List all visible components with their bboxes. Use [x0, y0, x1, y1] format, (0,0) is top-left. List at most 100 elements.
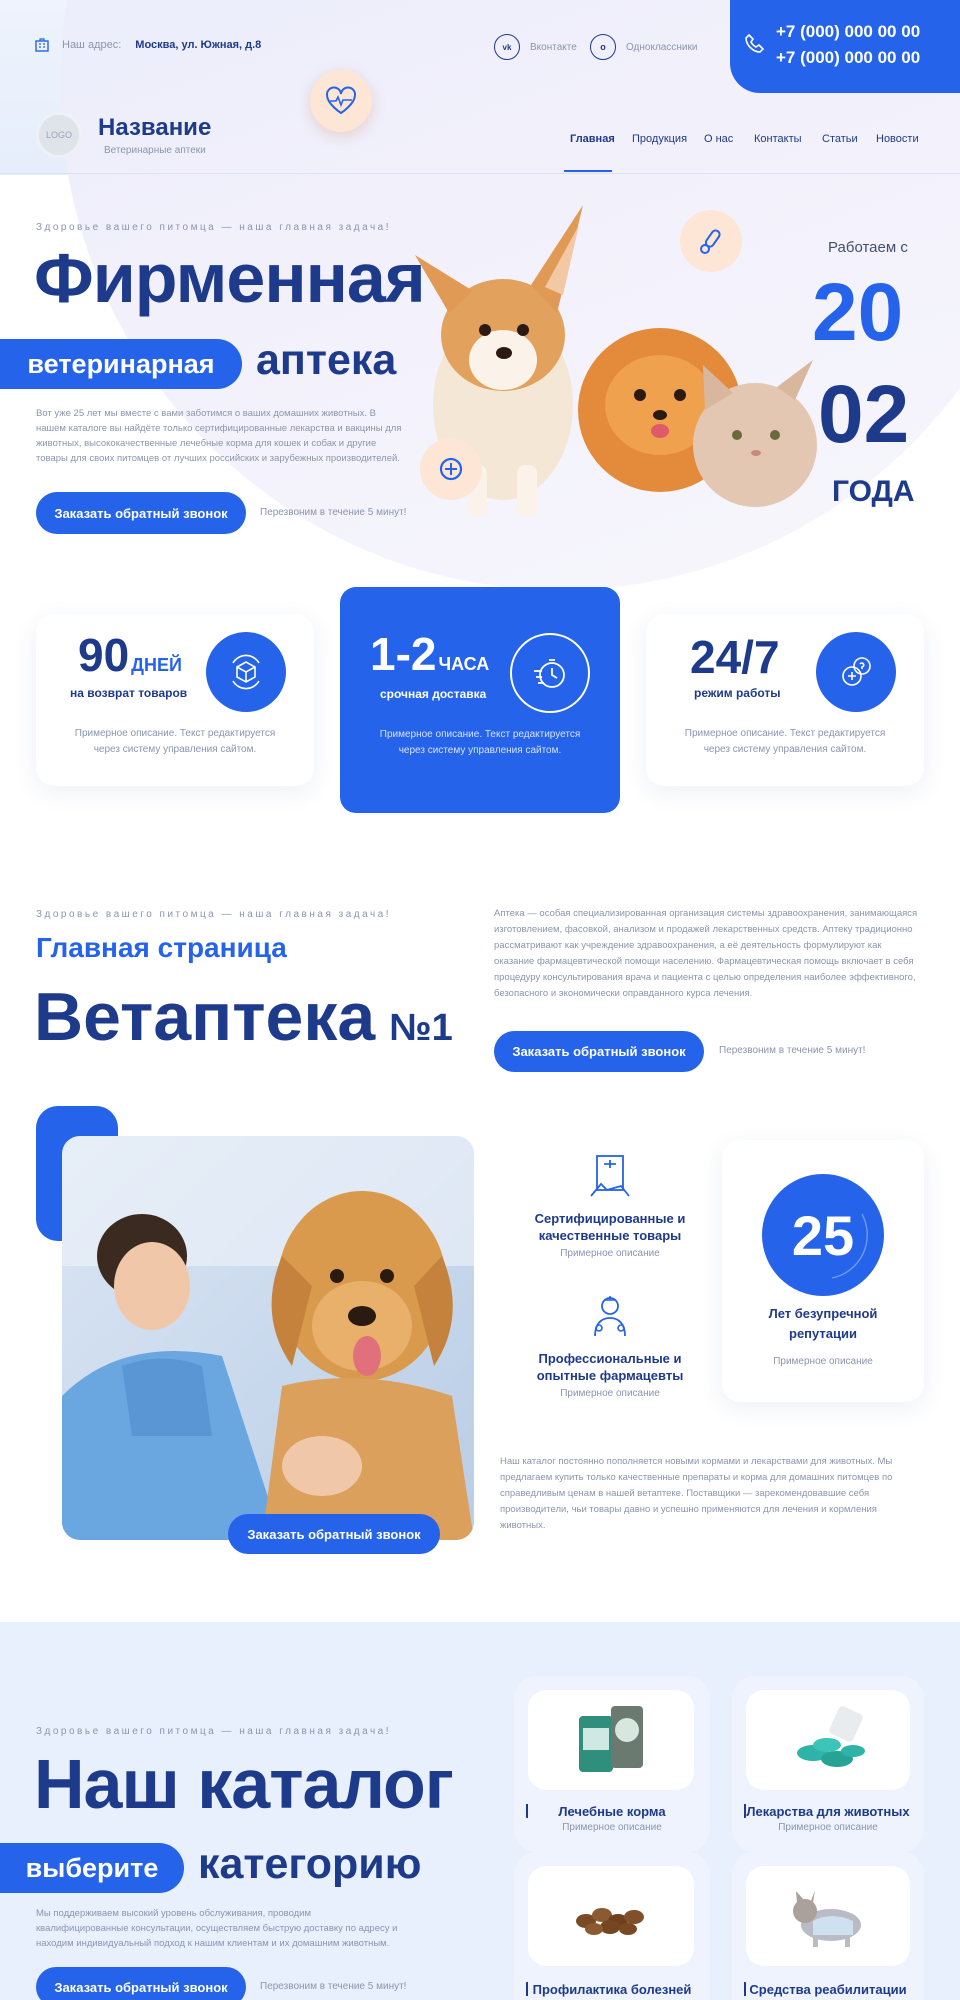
- photo-callback-button-label: Заказать обратный звонок: [247, 1526, 421, 1542]
- hero-callback-button[interactable]: Заказать обратный звонок: [36, 492, 246, 534]
- pills-icon: [439, 457, 463, 481]
- years-card: 25 Лет безупречной репутации Примерное о…: [722, 1140, 924, 1402]
- nav-active-underline: [564, 170, 612, 172]
- since-label: Работаем с: [828, 239, 908, 256]
- nav-news[interactable]: Новости: [876, 133, 919, 145]
- brand-name: Название: [98, 114, 212, 141]
- feature-hours-label: режим работы: [694, 686, 781, 700]
- feature-return-unit: ДНЕЙ: [131, 655, 182, 675]
- nav-contacts[interactable]: Контакты: [754, 133, 802, 145]
- about-callback-button-label: Заказать обратный звонок: [512, 1044, 686, 1059]
- category-card-prevention[interactable]: Профилактика болезней: [514, 1852, 710, 2000]
- about-callback-button[interactable]: Заказать обратный звонок: [494, 1031, 704, 1072]
- catalog-word: категорию: [198, 1840, 422, 1888]
- hero-pill-text: ветеринарная: [27, 348, 215, 379]
- photo-callback-button[interactable]: Заказать обратный звонок: [228, 1514, 440, 1554]
- thermometer-badge: [680, 210, 742, 272]
- social-vk-label: Вконтакте: [530, 41, 577, 53]
- certificate-icon: [590, 1155, 630, 1197]
- category-medicines-title: Лекарства для животных: [746, 1804, 910, 1819]
- catalog-tagline: Здоровье вашего питомца — наша главная з…: [36, 1726, 392, 1737]
- hero-text: Вот уже 25 лет мы вместе с вами заботимс…: [36, 408, 402, 464]
- hero-word: аптека: [256, 336, 397, 384]
- category-food-desc: Примерное описание: [562, 1822, 662, 1833]
- vk-icon: vk: [494, 34, 520, 60]
- about-text: Аптека — особая специализированная орган…: [494, 908, 918, 999]
- feature-return-icon-circle: [206, 632, 286, 712]
- about-callback-note: Перезвоним в течение 5 минут!: [719, 1045, 866, 1056]
- pills-image: [797, 1706, 865, 1767]
- food-bags-image: [579, 1706, 643, 1772]
- category-card-medicines[interactable]: Лекарства для животных Примерное описани…: [732, 1676, 924, 1852]
- feature-delivery-unit: ЧАСА: [438, 654, 490, 674]
- feature-delivery-number: 1-2: [370, 628, 437, 680]
- category-prevention-title: Профилактика болезней: [532, 1982, 692, 1997]
- feature-hours-desc: Примерное описание. Текст редактируется …: [684, 728, 886, 755]
- feature-card-return: 90 ДНЕЙ на возврат товаров Примерное опи…: [36, 614, 314, 786]
- category-card-food[interactable]: Лечебные корма Примерное описание: [514, 1676, 710, 1852]
- ok-icon: о: [590, 34, 616, 60]
- years-circle: 25: [762, 1174, 884, 1296]
- pharmacist-icon: [594, 1296, 626, 1337]
- address-label: Наш адрес:: [62, 39, 122, 51]
- address-value: Москва, ул. Южная, д.8: [135, 39, 262, 51]
- feature-delivery-desc: Примерное описание. Текст редактируется …: [379, 729, 581, 756]
- advantage-pharmacists-title: Профессиональные и опытные фармацевты: [536, 1351, 684, 1383]
- advantage-pharmacists-desc: Примерное описание: [560, 1388, 660, 1399]
- catalog-pill-text: выберите: [25, 1852, 159, 1883]
- fast-timer-icon: [534, 659, 565, 688]
- advantage-certified-desc: Примерное описание: [560, 1248, 660, 1259]
- about-title-text: Ветаптека: [34, 979, 376, 1055]
- hero-tagline: Здоровье вашего питомца — наша главная з…: [36, 222, 392, 233]
- feature-card-delivery: 1-2 ЧАСА срочная доставка Примерное опис…: [340, 587, 620, 813]
- catalog-callback-note: Перезвоним в течение 5 минут!: [260, 1981, 407, 1992]
- year-top: 20: [812, 267, 904, 358]
- social-ok[interactable]: о Одноклассники: [590, 34, 697, 60]
- thermometer-icon: [700, 229, 721, 254]
- heart-pulse-badge: [310, 70, 372, 132]
- year-bottom: 02: [818, 369, 910, 460]
- phone-2[interactable]: +7 (000) 000 00 00: [776, 48, 920, 68]
- building-icon: [35, 38, 49, 52]
- phone-1[interactable]: +7 (000) 000 00 00: [776, 22, 920, 42]
- feature-hours-number: 24/7: [690, 631, 780, 683]
- category-food-title: Лечебные корма: [558, 1804, 666, 1819]
- logo[interactable]: LOGO: [36, 112, 82, 158]
- phone-icon: [745, 33, 765, 53]
- hero-pill: ветеринарная: [0, 339, 242, 389]
- logo-text: LOGO: [45, 130, 72, 140]
- about-title: Ветаптека №1: [34, 978, 453, 1056]
- nav-home[interactable]: Главная: [570, 133, 615, 145]
- nav-divider: [0, 173, 960, 174]
- nav-articles[interactable]: Статьи: [822, 133, 858, 145]
- about-tagline: Здоровье вашего питомца — наша главная з…: [36, 909, 392, 920]
- nav-products[interactable]: Продукция: [632, 133, 687, 145]
- years-desc: Примерное описание: [773, 1356, 873, 1367]
- nav-about[interactable]: О нас: [704, 133, 733, 145]
- feature-return-label: на возврат товаров: [70, 686, 188, 700]
- advantage-pharmacists: Профессиональные и опытные фармацевты Пр…: [510, 1292, 710, 1399]
- feature-return-desc: Примерное описание. Текст редактируется …: [74, 728, 276, 755]
- catalog-callback-button[interactable]: Заказать обратный звонок: [36, 1967, 246, 2000]
- hero-callback-button-label: Заказать обратный звонок: [54, 505, 228, 521]
- catalog-title: Наш каталог: [34, 1745, 454, 1823]
- social-ok-label: Одноклассники: [626, 41, 698, 53]
- social-vk[interactable]: vk Вконтакте: [494, 34, 577, 60]
- feature-hours-icon-circle: [816, 632, 896, 712]
- feature-delivery-icon-circle: [510, 633, 590, 713]
- category-card-rehab[interactable]: Средства реабилитации: [732, 1852, 924, 2000]
- category-rehab-title: Средства реабилитации: [749, 1982, 907, 1997]
- vet-text: Наш каталог постоянно пополняется новыми…: [500, 1456, 893, 1531]
- support-icon: [842, 657, 871, 686]
- feature-return-number: 90: [78, 629, 130, 681]
- phone-block[interactable]: +7 (000) 000 00 00 +7 (000) 000 00 00: [730, 0, 960, 93]
- pills-badge: [420, 438, 482, 500]
- brand-subtitle: Ветеринарные аптеки: [104, 145, 206, 156]
- heart-pulse-icon: [326, 86, 356, 115]
- feature-card-hours: 24/7 режим работы Примерное описание. Те…: [646, 614, 924, 786]
- about-title-num: №1: [389, 1007, 453, 1049]
- year-word: ГОДА: [832, 475, 915, 508]
- address-block: Наш адрес: Москва, ул. Южная, д.8: [34, 37, 261, 53]
- hero-title: Фирменная: [34, 239, 426, 317]
- advantage-certified: Сертифицированные и качественные товары …: [510, 1152, 710, 1259]
